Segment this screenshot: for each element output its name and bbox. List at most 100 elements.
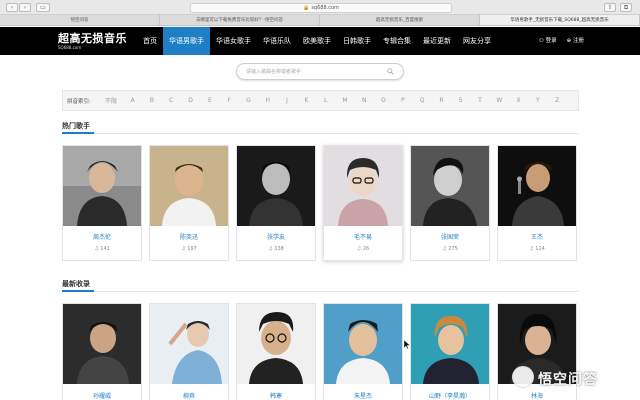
site-header: 超高无损音乐 SQ688.com 首页 华语男歌手 华语女歌手 华语乐队 欧美歌…	[0, 27, 640, 55]
pinyin-item[interactable]: W	[490, 97, 509, 104]
pinyin-item[interactable]: O	[374, 97, 393, 104]
singer-card[interactable]: 张国荣 ♫ 275	[410, 145, 490, 261]
pinyin-item[interactable]: T	[470, 97, 489, 104]
singer-card[interactable]: 陈奕迅 ♫ 197	[149, 145, 229, 261]
singer-name[interactable]: 孙耀威	[63, 391, 141, 400]
browser-tab[interactable]: 悟空问答	[0, 15, 160, 25]
singer-photo	[237, 304, 315, 384]
nav-chinese-band[interactable]: 华语乐队	[257, 27, 297, 55]
singer-photo	[63, 304, 141, 384]
nav-albums[interactable]: 专辑合集	[377, 27, 417, 55]
singer-card[interactable]: 毛不易 ♫ 26	[323, 145, 403, 261]
pinyin-item[interactable]: C	[162, 97, 181, 104]
login-link[interactable]: ⚇ 登录	[539, 27, 557, 55]
site-logo-title[interactable]: 超高无损音乐	[58, 30, 127, 46]
singer-card[interactable]: 朱星杰	[323, 303, 403, 400]
singer-name[interactable]: 朱星杰	[324, 391, 402, 400]
section-accent	[62, 132, 94, 134]
singer-name[interactable]: 王杰	[498, 232, 576, 241]
lock-icon: 🔒	[303, 5, 310, 11]
singer-card[interactable]: 王杰 ♫ 114	[497, 145, 577, 261]
browser-tab[interactable]: 超高无损音乐_百度搜索	[320, 15, 480, 25]
register-icon: ⊕	[566, 38, 572, 44]
singer-name[interactable]: 张国荣	[411, 232, 489, 241]
singer-card[interactable]: 韩寒	[236, 303, 316, 400]
singer-card[interactable]: 张学友 ♫ 338	[236, 145, 316, 261]
watermark: 悟空问答	[512, 364, 630, 392]
song-count: ♫ 114	[529, 246, 545, 252]
url-text: sq688.com	[311, 5, 339, 11]
forward-button[interactable]: ›	[19, 3, 31, 12]
pinyin-item[interactable]: N	[355, 97, 374, 104]
singer-name[interactable]: 山野（李昊瀚）	[411, 391, 489, 400]
singer-name[interactable]: 张学友	[237, 232, 315, 241]
browser-toolbar: ‹ › ▭ 🔒 sq688.com ⇧ ⧉	[0, 0, 640, 15]
singer-name[interactable]: 韩寒	[237, 391, 315, 400]
pinyin-item[interactable]: Y	[528, 97, 547, 104]
pinyin-item[interactable]: Q	[412, 97, 431, 104]
singer-name[interactable]: 林海	[498, 391, 576, 400]
watermark-text: 悟空问答	[538, 372, 598, 388]
sidebar-toggle-button[interactable]: ▭	[36, 3, 50, 12]
pinyin-item[interactable]: F	[219, 97, 238, 104]
singer-card[interactable]: 周杰伦 ♫ 141	[62, 145, 142, 261]
pinyin-item[interactable]: D	[181, 97, 200, 104]
nav-chinese-male[interactable]: 华语男歌手	[163, 27, 210, 55]
nav-chinese-female[interactable]: 华语女歌手	[210, 27, 257, 55]
back-button[interactable]: ‹	[6, 3, 18, 12]
pinyin-item[interactable]: K	[297, 97, 316, 104]
register-link[interactable]: ⊕ 注册	[567, 27, 584, 55]
singer-card[interactable]: 柳爽	[149, 303, 229, 400]
singer-name[interactable]: 周杰伦	[63, 232, 141, 241]
singer-card[interactable]: 孙耀威	[62, 303, 142, 400]
song-count: ♫ 141	[94, 246, 110, 252]
pinyin-item[interactable]: G	[239, 97, 258, 104]
address-bar[interactable]: 🔒 sq688.com	[190, 3, 452, 13]
nav-japan-korea[interactable]: 日韩歌手	[337, 27, 377, 55]
browser-tab-active[interactable]: 华语男歌手_无损音乐下载_SQ688_超高无损音乐	[480, 15, 640, 25]
main-nav: 首页 华语男歌手 华语女歌手 华语乐队 欧美歌手 日韩歌手 专辑合集 最近更新 …	[137, 27, 497, 55]
singer-name[interactable]: 陈奕迅	[150, 232, 228, 241]
search-icon[interactable]	[387, 68, 394, 75]
search-input[interactable]	[246, 66, 386, 77]
pinyin-item-all[interactable]: 不限	[99, 96, 123, 105]
watermark-logo-icon	[512, 366, 534, 388]
section-divider	[62, 291, 579, 292]
pinyin-item[interactable]: S	[451, 97, 470, 104]
song-count: ♫ 197	[181, 246, 197, 252]
singer-name[interactable]: 毛不易	[324, 232, 402, 241]
user-links: ⚇ 登录 ⊕ 注册	[539, 27, 584, 55]
pinyin-index: 拼音索引: 不限 A B C D E F G H J K L M N O P Q…	[62, 90, 579, 111]
singer-name[interactable]: 柳爽	[150, 391, 228, 400]
pinyin-item[interactable]: J	[277, 97, 296, 104]
register-label: 注册	[572, 38, 584, 44]
pinyin-item[interactable]: B	[142, 97, 161, 104]
singer-photo	[498, 146, 576, 226]
section-divider	[62, 133, 579, 134]
song-count: ♫ 26	[356, 246, 370, 252]
singer-photo	[150, 304, 228, 384]
pinyin-item[interactable]: L	[316, 97, 335, 104]
singer-photo	[324, 146, 402, 226]
nav-shares[interactable]: 网友分享	[457, 27, 497, 55]
pinyin-item[interactable]: A	[123, 97, 142, 104]
browser-tab[interactable]: 去哪里可以下载免费音乐比较好？-悟空问答	[160, 15, 320, 25]
new-section-title: 最新收录	[62, 280, 90, 288]
share-button[interactable]: ⇧	[604, 3, 616, 12]
pinyin-item[interactable]: P	[393, 97, 412, 104]
nav-western[interactable]: 欧美歌手	[297, 27, 337, 55]
hot-section-title: 热门歌手	[62, 122, 90, 130]
nav-home[interactable]: 首页	[137, 27, 163, 55]
pinyin-item[interactable]: Z	[548, 97, 567, 104]
pinyin-item[interactable]: R	[432, 97, 451, 104]
pinyin-item[interactable]: X	[509, 97, 528, 104]
singer-photo	[324, 304, 402, 384]
nav-recent[interactable]: 最近更新	[417, 27, 457, 55]
pinyin-item[interactable]: M	[335, 97, 354, 104]
singer-photo	[411, 146, 489, 226]
pinyin-item[interactable]: H	[258, 97, 277, 104]
pinyin-item[interactable]: E	[200, 97, 219, 104]
singer-card[interactable]: 山野（李昊瀚）	[410, 303, 490, 400]
login-label: 登录	[545, 38, 557, 44]
tabs-overview-button[interactable]: ⧉	[620, 3, 632, 12]
